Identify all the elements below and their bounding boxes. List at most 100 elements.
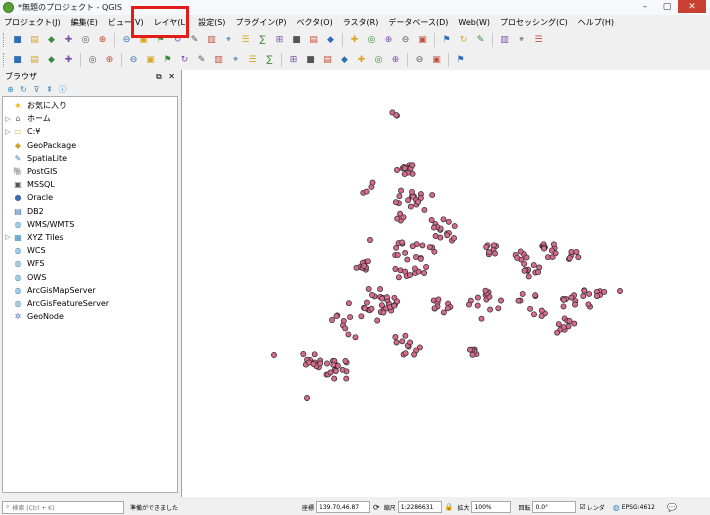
close-panel-icon[interactable]: ✕ — [168, 72, 175, 81]
edit-pencil-icon[interactable]: ⊕ — [102, 53, 117, 68]
field-calculator-icon[interactable]: ⚑ — [439, 33, 454, 48]
menu-item-9[interactable]: Web(W) — [454, 18, 496, 27]
label-rotate-icon[interactable]: ✚ — [354, 53, 369, 68]
menu-item-4[interactable]: 設定(S) — [194, 17, 231, 28]
help-icon[interactable]: ⚑ — [453, 53, 468, 68]
cut-icon[interactable]: ✎ — [194, 53, 209, 68]
copy-icon[interactable]: ▥ — [211, 53, 226, 68]
label-change-icon[interactable]: ◎ — [371, 53, 386, 68]
render-checkbox[interactable]: ☑ — [579, 503, 585, 511]
zoom-next-icon[interactable]: ⊞ — [272, 33, 287, 48]
minimize-button[interactable]: – — [634, 0, 656, 13]
new-project-icon[interactable]: ■ — [10, 33, 25, 48]
zoom-to-layer-icon[interactable]: ☰ — [238, 33, 253, 48]
browser-item[interactable]: ✲ GeoNode — [3, 310, 177, 323]
menu-item-7[interactable]: ラスタ(R) — [339, 17, 385, 28]
zoom-to-selection-icon[interactable]: ⌖ — [221, 33, 236, 48]
menu-item-6[interactable]: ベクタ(O) — [293, 17, 339, 28]
rotation-field[interactable]: 0.0° — [532, 501, 577, 513]
menu-item-8[interactable]: データベース(D) — [384, 17, 454, 28]
browser-item[interactable]: ◆ GeoPackage — [3, 139, 177, 152]
measure-line-icon[interactable]: ▥ — [497, 33, 512, 48]
label-show-icon[interactable]: ⊕ — [388, 53, 403, 68]
zoom-last-icon[interactable]: ∑ — [255, 33, 270, 48]
browser-item[interactable]: ▣ MSSQL — [3, 178, 177, 191]
measure-icon[interactable]: ◎ — [364, 33, 379, 48]
browser-item[interactable]: ★ お気に入り — [3, 99, 177, 112]
processing-toolbox-icon[interactable]: ↻ — [456, 33, 471, 48]
zoom-full-icon[interactable]: ▥ — [204, 33, 219, 48]
add-raster-icon[interactable]: ✚ — [61, 53, 76, 68]
deselect-icon[interactable]: ⊖ — [398, 33, 413, 48]
browser-item[interactable]: ✎ SpatiaLite — [3, 152, 177, 165]
expand-arrow-icon[interactable]: ▷ — [3, 233, 13, 241]
toolbar-grip[interactable] — [3, 33, 7, 47]
redo-icon[interactable]: ∑ — [262, 53, 277, 68]
vertex-tool-icon[interactable]: ⚑ — [160, 53, 175, 68]
locator-search-input[interactable]: ⌕ 検索 (Ctrl + K) — [2, 500, 124, 514]
refresh-icon[interactable]: ◆ — [323, 33, 338, 48]
open-project-icon[interactable]: ▤ — [27, 33, 42, 48]
browser-item[interactable]: ◍ WCS — [3, 244, 177, 257]
expand-arrow-icon[interactable]: ▷ — [3, 128, 13, 136]
float-panel-icon[interactable]: ⧉ — [156, 72, 162, 81]
browser-item[interactable]: ◍ WFS — [3, 257, 177, 270]
browser-item[interactable]: ◍ OWS — [3, 270, 177, 283]
label-pin-icon[interactable]: ■ — [303, 53, 318, 68]
data-source-manager-icon[interactable]: ■ — [10, 53, 25, 68]
python-icon[interactable]: ▣ — [429, 53, 444, 68]
browser-item[interactable]: ◍ ArcGisFeatureServer — [3, 297, 177, 310]
properties-icon[interactable]: ⓘ — [57, 84, 68, 95]
browser-item[interactable]: ▷ ▦ XYZ Tiles — [3, 231, 177, 244]
filter-browser-icon[interactable]: ⊽ — [31, 84, 42, 95]
save-as-icon[interactable]: ✚ — [61, 33, 76, 48]
attribute-table-icon[interactable]: ▣ — [415, 33, 430, 48]
browser-item[interactable]: ● Oracle — [3, 191, 177, 204]
menu-item-11[interactable]: ヘルプ(H) — [574, 17, 620, 28]
browser-item[interactable]: ▤ DB2 — [3, 205, 177, 218]
menu-item-5[interactable]: プラグイン(P) — [231, 17, 292, 28]
new-print-layout-icon[interactable]: ◎ — [78, 33, 93, 48]
browser-item[interactable]: 🐘 PostGIS — [3, 165, 177, 178]
new-bookmark-icon[interactable]: ■ — [289, 33, 304, 48]
select-icon[interactable]: ⊕ — [381, 33, 396, 48]
zoom-native-icon[interactable]: ✎ — [187, 33, 202, 48]
label-move-icon[interactable]: ◆ — [337, 53, 352, 68]
browser-item[interactable]: ▷ ⌂ ホーム — [3, 112, 177, 125]
delete-icon[interactable]: ↻ — [177, 53, 192, 68]
refresh-browser-icon[interactable]: ↻ — [18, 84, 29, 95]
browser-item[interactable]: ◍ ArcGisMapServer — [3, 284, 177, 297]
coordinate-field[interactable]: 139.70,46.87 — [316, 501, 371, 513]
add-vector-icon[interactable]: ◆ — [44, 53, 59, 68]
label-icon[interactable]: ⊞ — [286, 53, 301, 68]
statistics-icon[interactable]: ✎ — [473, 33, 488, 48]
add-selected-layers-icon[interactable]: ⊕ — [5, 84, 16, 95]
undo-icon[interactable]: ☰ — [245, 53, 260, 68]
menu-item-1[interactable]: 編集(E) — [67, 17, 104, 28]
toolbar-grip[interactable] — [3, 53, 7, 67]
save-project-icon[interactable]: ◆ — [44, 33, 59, 48]
digitize-icon[interactable]: ◎ — [85, 53, 100, 68]
maximize-button[interactable]: ▢ — [656, 0, 678, 13]
save-edits-icon[interactable]: ⊖ — [126, 53, 141, 68]
browser-item[interactable]: ◍ WMS/WMTS — [3, 218, 177, 231]
crs-button[interactable]: EPSG:4612 — [622, 504, 655, 511]
map-canvas[interactable] — [181, 70, 710, 497]
label-highlight-icon[interactable]: ▤ — [320, 53, 335, 68]
add-feature-icon[interactable]: ▣ — [143, 53, 158, 68]
layout-manager-icon[interactable]: ⊕ — [95, 33, 110, 48]
menu-item-0[interactable]: プロジェクト(J) — [0, 17, 67, 28]
identify-icon[interactable]: ✚ — [347, 33, 362, 48]
georeferencer-icon[interactable]: ⊖ — [412, 53, 427, 68]
lock-scale-icon[interactable]: 🔒 — [445, 503, 454, 511]
expand-arrow-icon[interactable]: ▷ — [3, 115, 13, 123]
browser-item[interactable]: ▷ ▭ C:¥ — [3, 125, 177, 138]
annotation-icon[interactable]: ⌖ — [514, 33, 529, 48]
new-layer-icon[interactable]: ▤ — [27, 53, 42, 68]
paste-icon[interactable]: ⌖ — [228, 53, 243, 68]
messages-icon[interactable]: 💬 — [667, 503, 677, 512]
menu-item-10[interactable]: プロセッシング(C) — [496, 17, 574, 28]
toggle-extents-icon[interactable]: ⟳ — [373, 503, 380, 512]
scale-field[interactable]: 1:2286631 — [397, 501, 442, 513]
collapse-all-icon[interactable]: ⇞ — [44, 84, 55, 95]
